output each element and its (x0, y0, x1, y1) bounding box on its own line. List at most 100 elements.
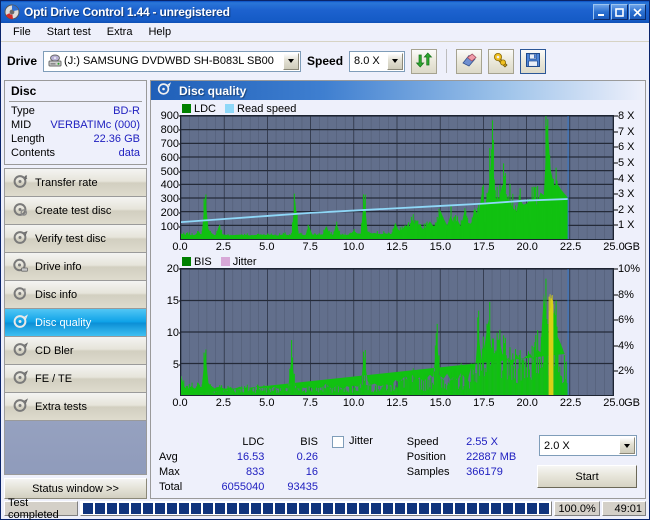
info-value-position: 22887 MB (466, 451, 517, 463)
chevron-down-icon[interactable] (283, 52, 300, 70)
y-tick-label: 20 (166, 263, 179, 275)
stats-col-ldc: LDC 16.53 833 6055040 (199, 435, 265, 495)
chevron-down-icon[interactable] (387, 52, 404, 70)
disc-row-mid: MID VERBATIMc (000) (9, 118, 142, 132)
y-tick-label: 900 (160, 110, 179, 122)
y-tick-label: 15 (166, 295, 179, 307)
x-tick-label: 2.5 (215, 241, 232, 253)
disc-contents-label: Contents (11, 147, 56, 159)
jitter-toggle[interactable]: Jitter (318, 435, 407, 495)
save-button[interactable] (520, 48, 547, 74)
sidebar-item-verify-test-disc[interactable]: Verify test disc (5, 225, 146, 253)
legend-swatch-jitter (220, 257, 230, 266)
disc-icon (13, 313, 29, 332)
y2-tick-mark (614, 345, 618, 347)
stats-label-max: Max (159, 466, 180, 478)
x-tick-label: 12.5 (386, 241, 408, 253)
divider (9, 101, 142, 102)
y2-tick-mark (614, 294, 618, 296)
main-body: Disc Type BD-R MID VERBATIMc (000) Lengt… (1, 80, 649, 499)
y2-tick-mark (614, 115, 618, 117)
x-axis-unit: GB (624, 241, 640, 253)
minimize-button[interactable] (593, 4, 610, 20)
tools-button[interactable] (488, 48, 515, 74)
refresh-button[interactable] (411, 48, 438, 74)
stats-controls: 2.0 X Start (537, 435, 638, 495)
chart1-area: 100 200 300 400 500 600 700 800 900 1 X 2 X 3 X 4 X… (154, 110, 642, 240)
chart2-x-axis: 0.0 2.5 5.0 7.5 10.0 12.5 15.0 17.5 20.0 22.5 25.0… (172, 396, 640, 411)
menu-item-extra[interactable]: Extra (100, 24, 140, 40)
sidebar-item-drive-info[interactable]: Drive info (5, 253, 146, 281)
disc-mid-value: VERBATIMc (000) (50, 119, 140, 131)
stats-header-ldc: LDC (242, 436, 265, 448)
stats-header-bis: BIS (300, 436, 319, 448)
x-tick-label: 25.0 (603, 397, 625, 409)
app-window: Opti Drive Control 1.44 - unregistered F… (0, 0, 650, 520)
test-speed-select[interactable]: 2.0 X (539, 435, 638, 456)
stats-label-total: Total (159, 481, 183, 493)
y2-tick-label: 1 X (618, 219, 635, 232)
maximize-button[interactable] (611, 4, 628, 20)
speed-select[interactable]: 8.0 X (349, 50, 406, 72)
menu-item-help[interactable]: Help (141, 24, 178, 40)
x-tick-label: 17.5 (473, 241, 495, 253)
page-title: Disc quality (179, 83, 247, 98)
x-tick-label: 22.5 (559, 397, 582, 409)
refresh-icon (415, 51, 433, 72)
x-tick-label: 15.0 (429, 241, 452, 253)
y2-tick-label: 8% (618, 288, 634, 301)
x-tick-label: 7.5 (302, 241, 318, 253)
drive-select[interactable]: (J:) SAMSUNG DVDWBD SH-B083L SB00 (43, 50, 302, 72)
save-icon (525, 52, 541, 71)
y-tick-label: 100 (160, 221, 179, 234)
legend-label-ldc: LDC (194, 102, 217, 115)
stats-row-labels: Avg Max Total (159, 435, 199, 495)
x-tick-label: 25.0 (603, 241, 625, 253)
y2-tick-label: 10% (618, 263, 641, 275)
start-button[interactable]: Start (537, 465, 638, 488)
stats-label-avg: Avg (159, 451, 178, 463)
close-button[interactable] (629, 4, 646, 20)
sidebar-item-create-test-disc[interactable]: Create test disc (5, 197, 146, 225)
legend-item-bis: BIS (182, 256, 212, 268)
tools-icon (492, 51, 510, 72)
chevron-down-icon[interactable] (619, 437, 636, 454)
y2-tick-label: 7 X (618, 125, 635, 138)
sidebar-item-disc-quality[interactable]: Disc quality (5, 309, 146, 337)
legend-swatch-read-speed (225, 104, 235, 113)
sidebar-item-extra-tests[interactable]: Extra tests (5, 393, 146, 421)
sidebar-item-fe-te[interactable]: FE / TE (5, 365, 146, 393)
menu-item-file[interactable]: File (6, 24, 38, 40)
legend-item-ldc: LDC (182, 103, 216, 115)
y2-tick-label: 8 X (618, 110, 635, 122)
erase-button[interactable] (456, 48, 483, 74)
disc-icon (13, 341, 29, 360)
chart2-plot (180, 268, 614, 396)
disc-row-type: Type BD-R (9, 104, 142, 118)
disc-mid-label: MID (11, 119, 32, 131)
y2-tick-mark (614, 268, 618, 270)
chart1-x-axis: 0.0 2.5 5.0 7.5 10.0 12.5 15.0 17.5 20.0 22.5 25.0… (172, 240, 640, 255)
sidebar-item-cd-bler[interactable]: CD Bler (5, 337, 146, 365)
stats-col-bis: BIS 0.26 16 93435 (264, 435, 318, 495)
progress-fill (83, 503, 550, 514)
drive-label: Drive (7, 54, 38, 68)
y2-tick-label: 6 X (618, 141, 635, 154)
status-message: Test completed (4, 497, 79, 520)
x-tick-label: 0.0 (172, 397, 188, 409)
sidebar-filler (5, 421, 146, 474)
disc-icon (13, 397, 29, 416)
y2-tick-mark (614, 178, 618, 179)
info-label-position: Position (406, 451, 446, 463)
menu-item-start-test[interactable]: Start test (40, 24, 98, 40)
sidebar-item-transfer-rate[interactable]: Transfer rate (5, 169, 146, 197)
sidebar-item-label: Transfer rate (35, 176, 98, 189)
sidebar-item-label: Disc quality (35, 316, 92, 329)
jitter-checkbox[interactable] (332, 436, 345, 448)
y2-tick-mark (614, 146, 618, 148)
drive-value: (J:) SAMSUNG DVDWBD SH-B083L SB00 (64, 55, 274, 67)
chart2-y-axis-right: 2% 4% 6% 8% 10% (614, 263, 642, 396)
sidebar-item-disc-info[interactable]: Disc info (5, 281, 146, 309)
stats-info-values: 2.55 X 22887 MB 366179 (466, 435, 537, 495)
y-tick-label: 10 (166, 327, 179, 339)
